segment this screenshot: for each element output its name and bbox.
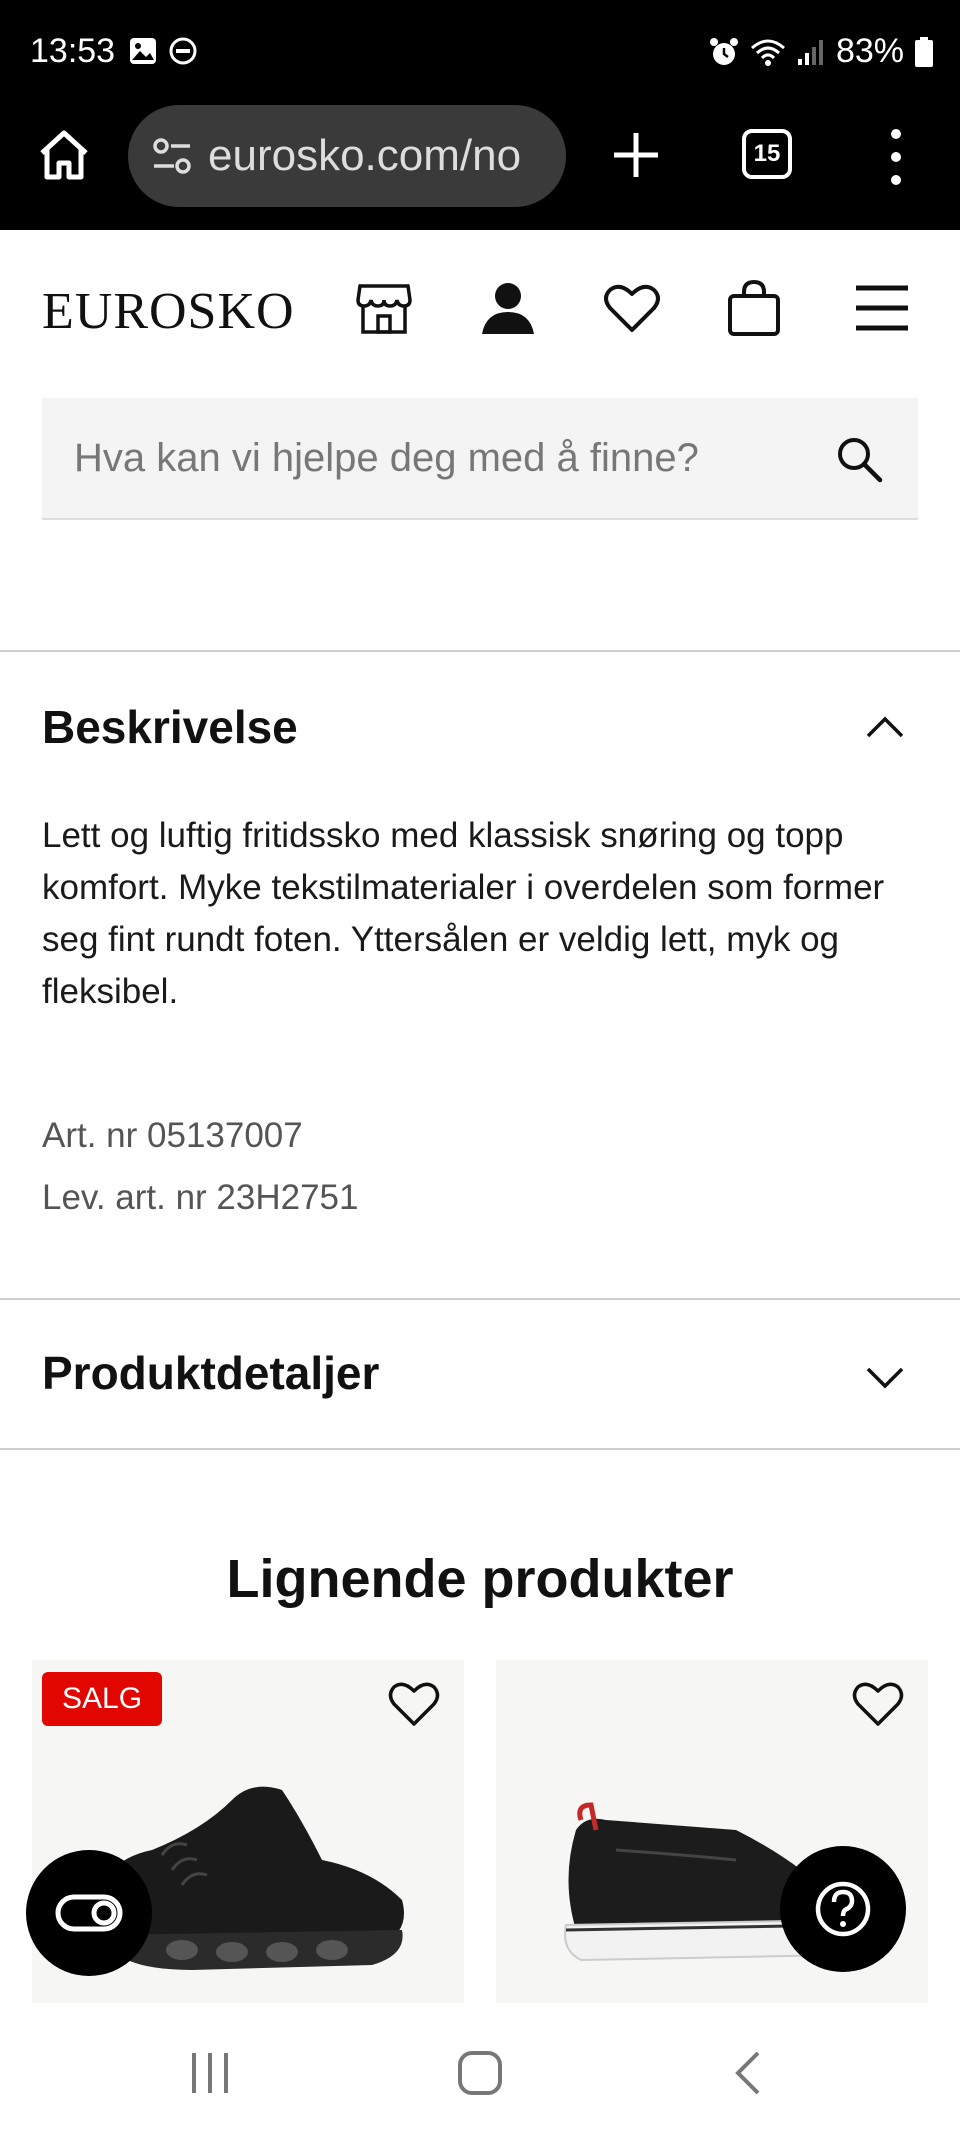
gallery-notification-icon xyxy=(130,38,156,64)
home-nav-icon[interactable] xyxy=(450,2043,510,2103)
site-settings-icon[interactable] xyxy=(150,134,194,178)
favorite-heart-icon[interactable] xyxy=(850,1676,906,1732)
search-bar xyxy=(42,398,918,520)
account-icon[interactable] xyxy=(478,278,538,338)
chevron-down-icon[interactable] xyxy=(864,1356,906,1398)
supplier-article-number: Lev. art. nr 23H2751 xyxy=(42,1178,359,1217)
menu-icon[interactable] xyxy=(852,278,912,338)
status-bar: 13:53 83% xyxy=(0,0,960,105)
cart-icon[interactable] xyxy=(724,278,784,338)
browser-toolbar: eurosko.com/no 15 xyxy=(0,105,960,230)
help-button[interactable] xyxy=(780,1846,906,1972)
product-description: Lett og luftig fritidssko med klassisk s… xyxy=(42,816,885,1011)
recent-apps-icon[interactable] xyxy=(180,2043,240,2103)
battery-percent: 83% xyxy=(835,32,904,70)
search-icon[interactable] xyxy=(834,434,884,484)
toggle-icon xyxy=(55,1894,123,1932)
favorite-heart-icon[interactable] xyxy=(386,1676,442,1732)
store-icon[interactable] xyxy=(354,278,414,338)
status-time: 13:53 xyxy=(30,32,116,70)
do-not-disturb-icon xyxy=(169,37,197,65)
section-divider xyxy=(0,1448,960,1450)
article-number: Art. nr 05137007 xyxy=(42,1116,303,1155)
back-nav-icon[interactable] xyxy=(720,2043,780,2103)
section-divider xyxy=(0,1298,960,1300)
site-header: EUROSKO xyxy=(0,230,960,380)
sale-badge: SALG xyxy=(42,1672,163,1726)
alarm-icon xyxy=(709,37,738,65)
signal-icon xyxy=(797,39,823,65)
section-divider xyxy=(0,650,960,652)
battery-icon xyxy=(915,36,933,67)
description-accordion-header[interactable]: Beskrivelse xyxy=(42,700,298,754)
tab-switcher-button[interactable]: 15 xyxy=(742,129,792,179)
product-details-accordion-header[interactable]: Produktdetaljer xyxy=(42,1346,379,1400)
wishlist-icon[interactable] xyxy=(602,278,662,338)
address-bar[interactable]: eurosko.com/no xyxy=(128,105,566,207)
similar-products-title: Lignende produkter xyxy=(226,1549,734,1609)
help-icon xyxy=(815,1881,871,1937)
wifi-icon xyxy=(750,39,785,66)
url-text: eurosko.com/no xyxy=(208,131,522,180)
new-tab-icon[interactable] xyxy=(608,127,664,183)
accessibility-toggle-button[interactable] xyxy=(26,1850,152,1976)
more-options-icon[interactable] xyxy=(880,129,912,185)
eurosko-logo[interactable]: EUROSKO xyxy=(42,282,295,341)
search-input[interactable] xyxy=(74,435,814,481)
chevron-up-icon[interactable] xyxy=(864,706,906,748)
home-icon[interactable] xyxy=(36,127,92,183)
system-navigation-bar xyxy=(0,2003,960,2133)
